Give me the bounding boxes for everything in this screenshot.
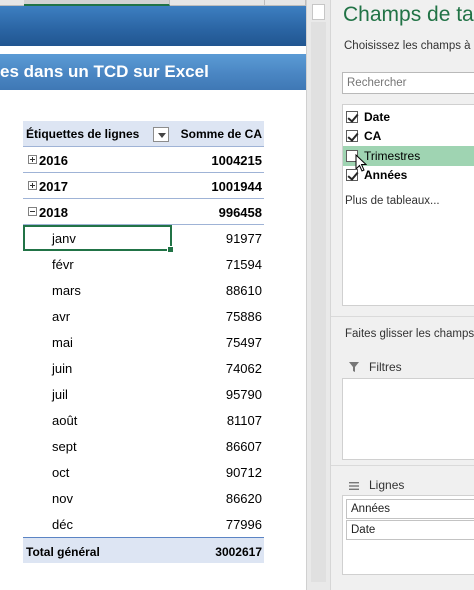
pivot-body: 2016 1004215 2017 1001944 2018 996458 janv 9197… <box>23 147 264 537</box>
month-row[interactable]: nov 86620 <box>23 485 264 511</box>
row-field-chip-label: Date <box>351 524 376 536</box>
field-list: Date CA Trimestres Années Plus de tableaux.… <box>342 104 474 306</box>
month-row[interactable]: août 81107 <box>23 407 264 433</box>
year-row[interactable]: 2018 996458 <box>23 199 264 225</box>
scrollbar-thumb[interactable] <box>311 22 326 582</box>
month-row[interactable]: sept 86607 <box>23 433 264 459</box>
field-item[interactable]: Trimestres <box>343 146 474 172</box>
month-value: 90712 <box>225 465 262 480</box>
month-value: 91977 <box>225 231 262 246</box>
divider <box>331 465 474 466</box>
month-value: 71594 <box>225 257 262 272</box>
rows-lines-icon <box>349 482 359 490</box>
field-item[interactable]: Années <box>343 165 474 185</box>
filters-area-label: Filtres <box>369 360 402 374</box>
month-value: 75886 <box>225 309 262 324</box>
header-band <box>0 6 306 46</box>
vertical-scrollbar[interactable] <box>306 0 330 590</box>
field-search-input[interactable] <box>342 72 474 94</box>
sheet-title-banner: es dans un TCD sur Excel <box>0 54 306 90</box>
month-label: févr <box>52 257 74 272</box>
month-label: juin <box>52 361 73 376</box>
row-field-chip[interactable]: Date <box>346 520 474 540</box>
sum-header[interactable]: Somme de CA <box>181 127 262 141</box>
year-value: 1004215 <box>211 153 262 168</box>
month-row[interactable]: févr 71594 <box>23 251 264 277</box>
month-value: 86607 <box>225 439 262 454</box>
month-label: août <box>52 413 78 428</box>
month-row[interactable]: juin 74062 <box>23 355 264 381</box>
month-value: 88610 <box>225 283 262 298</box>
year-label: 2017 <box>39 179 68 194</box>
pivot-table[interactable]: Étiquettes de lignes Somme de CA 2016 100… <box>23 121 264 563</box>
month-value: 86620 <box>225 491 262 506</box>
row-labels-header[interactable]: Étiquettes de lignes <box>26 127 139 141</box>
row-labels-filter-dropdown-icon[interactable] <box>153 127 169 142</box>
grand-total-label: Total général <box>26 545 100 559</box>
divider <box>331 316 474 317</box>
month-row[interactable]: avr 75886 <box>23 303 264 329</box>
pivot-fields-pane: Champs de tabl Choisissez les champs à i… <box>330 0 474 590</box>
field-item[interactable]: CA <box>343 126 474 146</box>
row-field-chip-label: Années <box>351 503 391 515</box>
month-value: 75497 <box>225 335 262 350</box>
scroll-up-arrow-icon[interactable] <box>312 4 325 20</box>
year-row[interactable]: 2017 1001944 <box>23 173 264 199</box>
expand-toggle-icon[interactable] <box>28 155 37 164</box>
month-row[interactable]: mars 88610 <box>23 277 264 303</box>
month-row[interactable]: janv 91977 <box>23 225 264 253</box>
pane-subtitle: Choisissez les champs à i <box>344 40 474 52</box>
month-value: 95790 <box>225 387 262 402</box>
month-row[interactable]: déc 77996 <box>23 511 264 537</box>
month-label: sept <box>52 439 77 454</box>
drag-fields-hint: Faites glisser les champs <box>345 328 474 340</box>
field-checkbox[interactable] <box>346 130 358 142</box>
year-label: 2018 <box>39 205 68 220</box>
year-value: 1001944 <box>211 179 262 194</box>
field-item[interactable]: Date <box>343 107 474 127</box>
year-value: 996458 <box>218 205 262 220</box>
month-label: mars <box>52 283 81 298</box>
row-field-chip[interactable]: Années <box>346 499 474 519</box>
month-value: 81107 <box>226 413 262 428</box>
grand-total-row[interactable]: Total général 3002617 <box>23 537 264 563</box>
field-checkbox[interactable] <box>346 169 358 181</box>
year-row[interactable]: 2016 1004215 <box>23 147 264 173</box>
expand-toggle-icon[interactable] <box>28 181 37 190</box>
band-gap <box>0 46 306 54</box>
field-name: Date <box>364 110 391 124</box>
more-tables-link[interactable]: Plus de tableaux... <box>345 195 440 207</box>
month-label: nov <box>52 491 73 506</box>
month-label: janv <box>52 231 76 246</box>
month-value: 74062 <box>225 361 262 376</box>
active-cell-selection <box>23 225 174 253</box>
month-label: mai <box>52 335 73 350</box>
field-checkbox[interactable] <box>346 111 358 123</box>
year-label: 2016 <box>39 153 68 168</box>
month-label: oct <box>52 465 70 480</box>
filter-funnel-icon <box>349 362 359 372</box>
field-name: CA <box>364 129 382 143</box>
pane-title: Champs de tabl <box>343 3 474 26</box>
sheet-title: es dans un TCD sur Excel <box>0 62 209 81</box>
month-row[interactable]: juil 95790 <box>23 381 264 407</box>
rows-drop-area[interactable]: Années Date <box>342 495 474 575</box>
rows-area-label: Lignes <box>369 478 405 492</box>
collapse-toggle-icon[interactable] <box>28 207 37 216</box>
month-row[interactable]: oct 90712 <box>23 459 264 485</box>
month-value: 77996 <box>225 517 262 532</box>
pivot-header-row: Étiquettes de lignes Somme de CA <box>23 121 264 147</box>
month-row[interactable]: mai 75497 <box>23 329 264 355</box>
month-label: juil <box>52 387 68 402</box>
worksheet[interactable]: es dans un TCD sur Excel Étiquettes de l… <box>0 0 306 590</box>
field-name: Années <box>364 168 408 182</box>
field-name: Trimestres <box>364 149 421 163</box>
filters-drop-area[interactable] <box>342 378 474 460</box>
month-label: avr <box>52 309 71 324</box>
grand-total-value: 3002617 <box>215 545 262 559</box>
month-label: déc <box>52 517 73 532</box>
